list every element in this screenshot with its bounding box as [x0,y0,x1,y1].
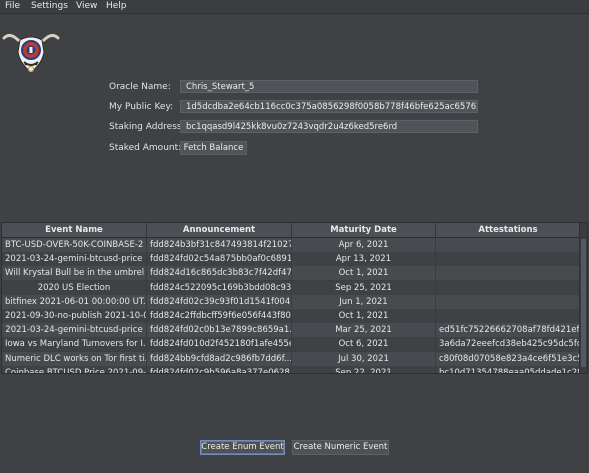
cell-attestations [436,252,581,267]
cell-maturity-date: Sep 22, 2021 [292,365,436,373]
column-header-attestations[interactable]: Attestations [436,223,581,237]
cell-announcement: fdd824fd02c0b13e7899c8659a1... [147,323,292,338]
create-numeric-event-button[interactable]: Create Numeric Event [292,440,389,455]
column-header-event-name[interactable]: Event Name [2,223,147,237]
public-key-label: My Public Key: [109,102,174,112]
cell-attestations: c80f08d07058e823a4ce6f51e3c5... [436,351,581,366]
cell-announcement: fdd824fd010d2f452180f1afe455e... [147,337,292,352]
cell-event-name: Iowa vs Maryland Turnovers for I... [2,337,147,352]
staking-address-field[interactable]: bc1qqasd9l425kk8vu0z7243vqdr2u4z6ked5re6… [180,120,478,133]
menu-bar: File Settings View Help [0,0,589,14]
fetch-balance-button[interactable]: Fetch Balance [180,141,247,155]
cell-event-name: bitfinex 2021-06-01 00:00:00 UT... [2,294,147,309]
create-enum-event-button[interactable]: Create Enum Event [200,440,285,455]
events-table: Event Name Announcement Maturity Date At… [1,222,588,374]
cell-announcement: fdd824d16c865dc3b83c7f42df47... [147,266,292,281]
staked-amount-label: Staked Amount: [109,143,182,153]
oracle-name-label: Oracle Name: [109,82,171,92]
cell-maturity-date: Oct 6, 2021 [292,337,436,352]
menu-help[interactable]: Help [106,1,127,11]
oracle-name-field[interactable]: Chris_Stewart_5 [180,80,478,93]
cell-attestations: 3a6da72eeefcd38eb425c95dc5fd... [436,337,581,352]
bull-logo-icon [2,33,60,73]
table-row[interactable]: Will Krystal Bull be in the umbrel ... fd… [2,266,581,281]
table-row[interactable]: 2021-03-24-gemini-btcusd-price ... fdd824… [2,252,581,267]
table-header: Event Name Announcement Maturity Date At… [2,223,581,238]
table-row[interactable]: Coinbase BTCUSD Price 2021-09-... fdd824f… [2,365,581,373]
cell-announcement: fdd824fd02c54a875bb0af0c6891... [147,252,292,267]
column-header-announcement[interactable]: Announcement [147,223,292,237]
cell-event-name: 2021-03-24-gemini-btcusd-price [2,323,147,338]
table-row[interactable]: bitfinex 2021-06-01 00:00:00 UT... fdd824… [2,294,581,309]
table-row[interactable]: Numeric DLC works on Tor first ti... fdd8… [2,351,581,366]
cell-announcement: fdd824bb9cfd8ad2c986fb7dd6f... [147,351,292,366]
cell-announcement: fdd824b3bf31c847493814f21027... [147,238,292,252]
cell-attestations [436,309,581,323]
table-row[interactable]: BTC-USD-OVER-50K-COINBASE-2 fdd824b3bf31c… [2,238,581,252]
cell-maturity-date: Jul 30, 2021 [292,351,436,366]
cell-maturity-date: Oct 1, 2021 [292,309,436,323]
scrollbar-thumb[interactable] [581,239,586,367]
cell-maturity-date: Apr 6, 2021 [292,238,436,252]
cell-maturity-date: Mar 25, 2021 [292,323,436,338]
cell-announcement: fdd824fd02c39c93f01d1541f004... [147,294,292,309]
cell-attestations: bc10d71354788eaa05ddade1c28... [436,365,581,373]
table-row[interactable]: 2021-03-24-gemini-btcusd-price fdd824fd02… [2,323,581,338]
cell-maturity-date: Apr 13, 2021 [292,252,436,267]
cell-maturity-date: Sep 25, 2021 [292,280,436,295]
cell-attestations [436,238,581,252]
cell-maturity-date: Jun 1, 2021 [292,294,436,309]
cell-event-name: BTC-USD-OVER-50K-COINBASE-2 [2,238,147,252]
menu-file[interactable]: File [5,1,20,11]
staking-address-label: Staking Address: [109,122,185,132]
public-key-field[interactable]: 1d5dcdba2e64cb116cc0c375a0856298f0058b77… [180,100,478,113]
menu-settings[interactable]: Settings [31,1,68,11]
cell-announcement: fdd824fd02c9b596a8a377e0628... [147,365,292,373]
table-scrollbar[interactable] [579,223,587,373]
cell-event-name: Will Krystal Bull be in the umbrel ... [2,266,147,281]
cell-attestations: ed51fc75226662708af78fd421ef... [436,323,581,338]
cell-attestations [436,280,581,295]
cell-event-name: Numeric DLC works on Tor first ti... [2,351,147,366]
cell-event-name: Coinbase BTCUSD Price 2021-09-... [2,365,147,373]
cell-attestations [436,266,581,281]
table-row[interactable]: 2021-09-30-no-publish 2021-10-0... fdd824… [2,309,581,323]
column-header-maturity-date[interactable]: Maturity Date [292,223,436,237]
table-row[interactable]: Iowa vs Maryland Turnovers for I... fdd82… [2,337,581,352]
cell-announcement: fdd824c522095c169b3bdd08c93... [147,280,292,295]
menu-view[interactable]: View [76,1,97,11]
cell-event-name: 2021-09-30-no-publish 2021-10-0... [2,309,147,323]
cell-event-name: 2021-03-24-gemini-btcusd-price ... [2,252,147,267]
cell-event-name: 2020 US Election [2,280,147,295]
table-row[interactable]: 2020 US Election fdd824c522095c169b3bdd08… [2,280,581,295]
cell-attestations [436,294,581,309]
cell-maturity-date: Oct 1, 2021 [292,266,436,281]
cell-announcement: fdd824c2ffdbcff59f6e056f443f80... [147,309,292,323]
